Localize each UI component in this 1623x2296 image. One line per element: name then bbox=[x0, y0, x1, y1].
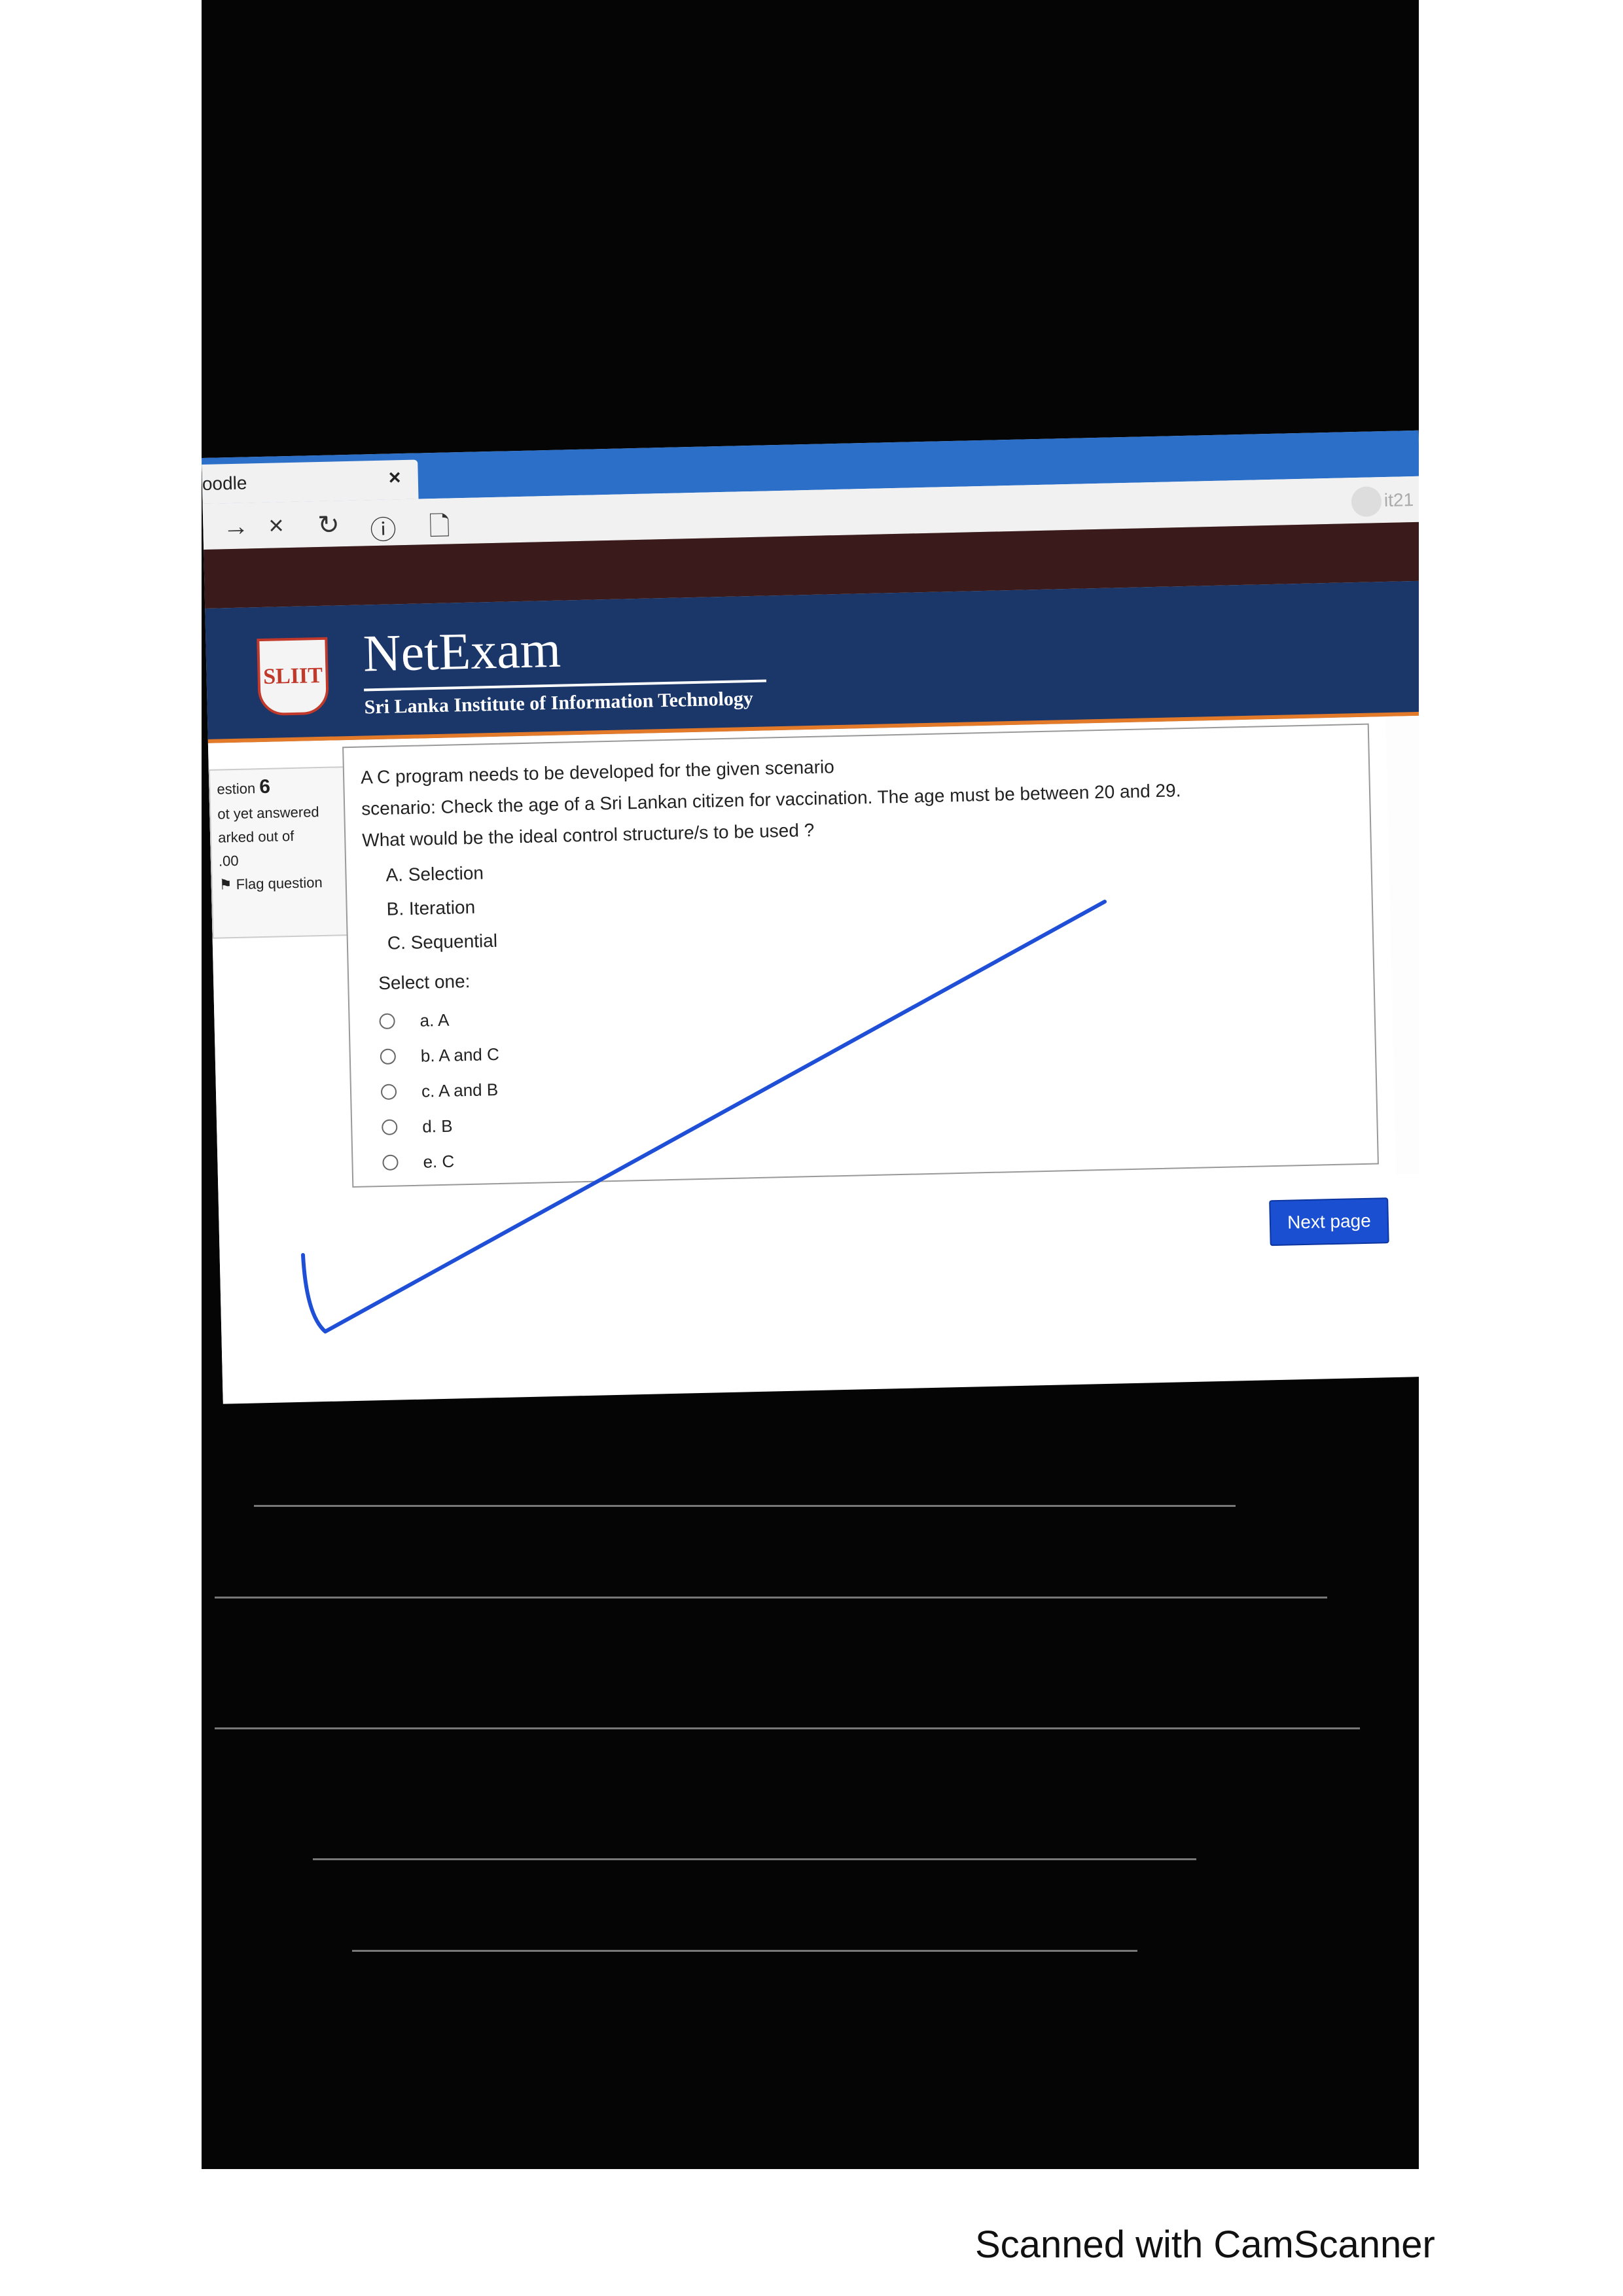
forward-icon[interactable]: → bbox=[223, 512, 249, 542]
answer-options: a. A b. A and C c. A and B d. B e. C bbox=[379, 1001, 502, 1180]
option-label: e. C bbox=[423, 1151, 455, 1172]
radio-button[interactable] bbox=[380, 1048, 397, 1065]
profile-avatar[interactable] bbox=[1351, 486, 1382, 518]
option-label: d. B bbox=[421, 1116, 453, 1137]
reload-icon[interactable]: ↻ bbox=[317, 510, 340, 540]
next-page-button[interactable]: Next page bbox=[1269, 1197, 1389, 1246]
flag-icon: ⚑ bbox=[219, 876, 232, 893]
question-number: estion 6 bbox=[217, 774, 342, 799]
option-b[interactable]: b. A and C bbox=[380, 1036, 499, 1074]
select-one-label: Select one: bbox=[378, 970, 471, 994]
site-header: SLIIT NetExam Sri Lanka Institute of Inf… bbox=[205, 580, 1419, 743]
choice-item: B. Iteration bbox=[386, 896, 476, 919]
sliit-logo: SLIIT bbox=[257, 637, 329, 716]
camscanner-watermark: Scanned with CamScanner bbox=[975, 2223, 1435, 2266]
choice-item: C. Sequential bbox=[387, 930, 498, 953]
option-a[interactable]: a. A bbox=[379, 1001, 499, 1039]
page-body: estion 6 ot yet answered arked out of .0… bbox=[207, 715, 1419, 1404]
option-label: c. A and B bbox=[421, 1079, 499, 1101]
option-label: b. A and C bbox=[420, 1044, 500, 1066]
info-icon[interactable]: ⓘ bbox=[370, 508, 397, 547]
option-label: a. A bbox=[419, 1010, 450, 1031]
question-number-label: estion bbox=[217, 780, 256, 798]
laptop-screen: oodle × → × ↻ ⓘ 🗋 it21 SLIIT NetExam Sri… bbox=[202, 430, 1419, 1404]
profile-label: it21 bbox=[1383, 489, 1414, 511]
option-c[interactable]: c. A and B bbox=[380, 1072, 500, 1110]
question-card: A C program needs to be developed for th… bbox=[342, 723, 1379, 1188]
logo-text: SLIIT bbox=[262, 663, 323, 689]
option-d[interactable]: d. B bbox=[382, 1107, 501, 1145]
choice-item: A. Selection bbox=[385, 862, 484, 885]
question-status: ot yet answered bbox=[217, 804, 319, 822]
keyboard-area bbox=[202, 1492, 1419, 2015]
radio-button[interactable] bbox=[380, 1084, 397, 1101]
close-tab-icon[interactable]: × bbox=[388, 465, 401, 489]
radio-button[interactable] bbox=[379, 1013, 395, 1030]
question-number-value: 6 bbox=[259, 775, 271, 798]
question-points: .00 bbox=[218, 852, 239, 870]
brand-subtitle: Sri Lanka Institute of Information Techn… bbox=[364, 687, 754, 718]
right-drawer-edge: ≡ bbox=[1385, 715, 1419, 1174]
brand-title: NetExam bbox=[362, 620, 562, 683]
browser-tab[interactable]: oodle × bbox=[202, 459, 419, 504]
question-text: A C program needs to be developed for th… bbox=[361, 743, 1182, 856]
flag-question-label: Flag question bbox=[236, 874, 323, 892]
flag-question-link[interactable]: ⚑ Flag question bbox=[219, 874, 344, 893]
choice-list: A. Selection B. Iteration C. Sequential bbox=[385, 856, 498, 961]
question-info-panel: estion 6 ot yet answered arked out of .0… bbox=[208, 766, 353, 939]
radio-button[interactable] bbox=[382, 1119, 398, 1136]
stop-icon[interactable]: × bbox=[268, 511, 284, 541]
option-e[interactable]: e. C bbox=[382, 1142, 502, 1180]
radio-button[interactable] bbox=[382, 1154, 399, 1171]
photo-region: oodle × → × ↻ ⓘ 🗋 it21 SLIIT NetExam Sri… bbox=[202, 0, 1419, 2169]
marked-out-of: arked out of bbox=[217, 827, 294, 846]
tab-title: oodle bbox=[202, 472, 247, 494]
